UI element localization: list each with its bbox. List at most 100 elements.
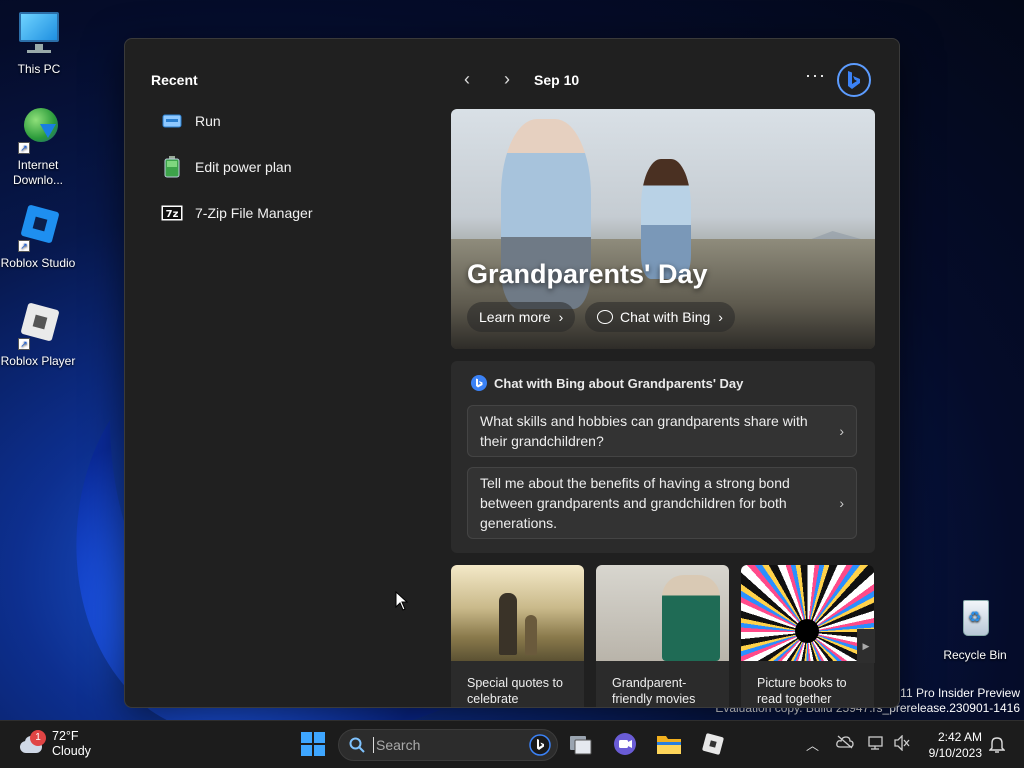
chat-suggestion[interactable]: What skills and hobbies can grandparents… (467, 405, 857, 457)
teams-chat-button[interactable] (612, 731, 638, 757)
battery-icon (161, 156, 183, 178)
chat-with-bing-label: Chat with Bing (620, 309, 711, 325)
roblox-studio-icon: ↗ (14, 204, 62, 252)
task-view-icon (570, 736, 592, 755)
taskbar: 1 72°F Cloudy Search ︿ 2:42 AM 9/10/2023 (0, 720, 1024, 768)
learn-more-button[interactable]: Learn more › (467, 302, 576, 332)
article-card[interactable]: Special quotes to celebrate (451, 565, 584, 707)
bing-search-icon (529, 734, 551, 756)
article-caption: Special quotes to celebrate (467, 676, 563, 706)
monitor-icon (15, 10, 63, 58)
desktop-icon-recycle-bin[interactable]: ♻ Recycle Bin (937, 596, 1013, 663)
article-card[interactable]: Picture books to read together (741, 565, 874, 707)
desktop-icon-label: Roblox Studio (0, 256, 76, 270)
shortcut-arrow-icon: ↗ (18, 142, 30, 154)
article-caption: Grandparent-friendly movies (612, 676, 696, 706)
notification-badge: 1 (30, 730, 46, 746)
search-placeholder: Search (373, 737, 420, 753)
next-day-button[interactable]: › (497, 67, 517, 91)
chat-suggestions-card: Chat with Bing about Grandparents' Day W… (451, 361, 875, 553)
bell-icon (988, 737, 1006, 753)
clock-date: 9/10/2023 (928, 746, 982, 760)
onedrive-tray[interactable] (836, 735, 854, 752)
bing-logo-icon (848, 71, 860, 89)
network-icon (868, 736, 883, 750)
chevron-left-icon: ‹ (464, 68, 470, 89)
shortcut-arrow-icon: ↗ (18, 240, 30, 252)
suggestion-text: What skills and hobbies can grandparents… (480, 413, 808, 449)
recent-item-run[interactable]: Run (161, 107, 221, 135)
desktop-icon-roblox-studio[interactable]: ↗ Roblox Studio (0, 204, 76, 271)
chevron-right-icon: › (839, 423, 844, 439)
article-image (451, 565, 584, 661)
cloud-offline-icon (836, 735, 854, 749)
recent-item-7zip[interactable]: 7z 7-Zip File Manager (161, 199, 313, 227)
hero-title: Grandparents' Day (467, 259, 708, 289)
7zip-icon: 7z (161, 202, 183, 224)
recent-item-label: Run (195, 113, 221, 129)
hero-grandmother (731, 127, 811, 317)
volume-tray[interactable] (893, 734, 911, 754)
desktop-icon-this-pc[interactable]: This PC (1, 10, 77, 77)
clock-time: 2:42 AM (937, 730, 982, 744)
article-image (596, 565, 729, 661)
file-explorer-button[interactable] (656, 731, 682, 757)
desktop-icon-label: This PC (17, 62, 61, 76)
more-icon: ··· (805, 65, 826, 85)
chat-card-title: Chat with Bing about Grandparents' Day (494, 375, 744, 391)
notifications-button[interactable] (988, 735, 1006, 756)
desktop-icon-label: Roblox Player (0, 354, 76, 368)
play-arrow-icon: ▶ (862, 640, 870, 651)
chevron-right-icon: › (558, 309, 564, 325)
chat-with-bing-button[interactable]: Chat with Bing › (585, 302, 735, 332)
task-view-button[interactable] (568, 731, 594, 757)
desktop-icon-internet-download-manager[interactable]: ↗ Internet Downlo... (0, 106, 76, 188)
scroll-right-button[interactable]: ▶ (857, 629, 875, 663)
chat-bubble-icon (597, 310, 613, 324)
windows-logo-icon (301, 732, 325, 756)
folder-icon (657, 736, 681, 754)
recent-item-label: Edit power plan (195, 159, 292, 175)
taskbar-search[interactable]: Search (338, 729, 558, 761)
network-tray[interactable] (868, 735, 886, 754)
cloud-icon: 1 (18, 730, 46, 753)
article-card[interactable]: Grandparent-friendly movies (596, 565, 729, 707)
recent-title: Recent (151, 72, 198, 88)
desktop-icon-roblox-player[interactable]: ↗ Roblox Player (0, 302, 76, 369)
chat-icon (614, 733, 636, 755)
bing-button[interactable] (837, 63, 871, 97)
recent-item-label: 7-Zip File Manager (195, 205, 313, 221)
chevron-right-icon: › (718, 309, 723, 325)
more-options-button[interactable]: ··· (805, 65, 826, 86)
weather-condition: Cloudy (52, 744, 91, 758)
roblox-taskbar-button[interactable] (700, 731, 726, 757)
start-button[interactable] (300, 731, 326, 757)
weather-widget[interactable]: 1 72°F Cloudy (18, 729, 91, 759)
chevron-up-icon: ︿ (806, 738, 820, 753)
shortcut-arrow-icon: ↗ (18, 338, 30, 350)
weather-temp: 72°F (52, 729, 79, 743)
search-icon (349, 737, 365, 753)
hero-card[interactable]: Grandparents' Day Learn more › Chat with… (451, 109, 875, 349)
suggestion-text: Tell me about the benefits of having a s… (480, 475, 790, 531)
chat-suggestion[interactable]: Tell me about the benefits of having a s… (467, 467, 857, 539)
recycle-bin-icon: ♻ (951, 596, 999, 644)
chevron-right-icon: › (839, 495, 844, 511)
bing-chat-icon (471, 375, 487, 391)
mouse-cursor-icon (395, 591, 409, 611)
roblox-player-icon: ↗ (14, 302, 62, 350)
learn-more-label: Learn more (479, 309, 551, 325)
article-image (741, 565, 874, 661)
volume-muted-icon (894, 734, 910, 752)
show-hidden-icons-button[interactable]: ︿ (806, 735, 819, 754)
roblox-icon (702, 733, 724, 755)
prev-day-button[interactable]: ‹ (457, 67, 477, 91)
recent-item-edit-power-plan[interactable]: Edit power plan (161, 153, 292, 181)
desktop-icon-label: Internet Downlo... (12, 158, 64, 187)
run-icon (161, 110, 183, 132)
system-clock[interactable]: 2:42 AM 9/10/2023 (920, 729, 982, 761)
desktop-icon-label: Recycle Bin (943, 648, 1007, 662)
chevron-right-icon: › (504, 68, 510, 89)
globe-download-icon: ↗ (14, 106, 62, 154)
bing-panel: Recent Run Edit power plan 7z 7-Zip File… (124, 38, 900, 708)
